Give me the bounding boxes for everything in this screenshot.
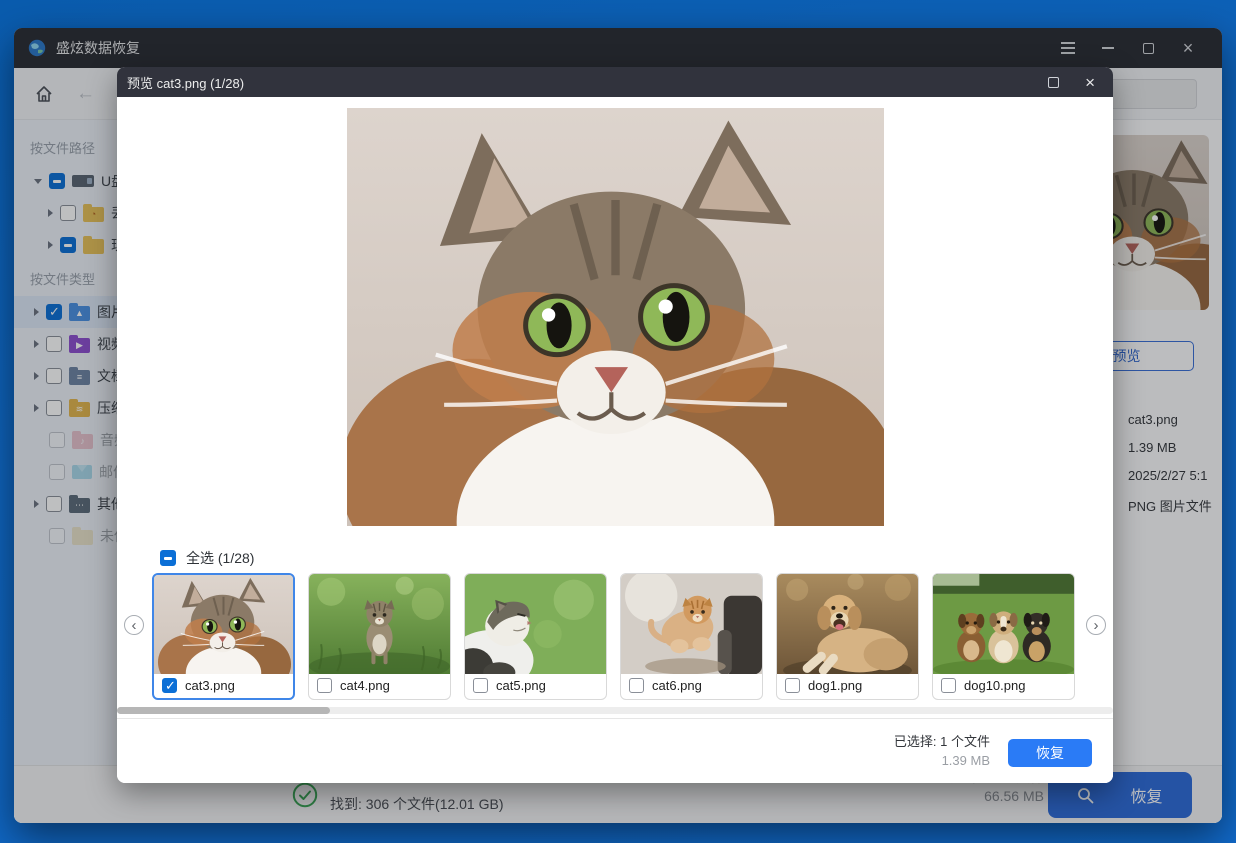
chevron-right-icon: › xyxy=(1094,618,1099,633)
thumbnail-image xyxy=(777,574,918,674)
select-all-row[interactable]: 全选 (1/28) xyxy=(160,548,254,568)
thumbnails-prev-button[interactable]: ‹ xyxy=(124,615,144,635)
thumbnail-filename: cat6.png xyxy=(652,678,702,693)
thumbnail-checkbox[interactable] xyxy=(162,678,177,693)
dialog-title: 预览 cat3.png (1/28) xyxy=(127,73,244,92)
app-window: 盛炫数据恢复 × ← → 按文件路径 U盘 ( ◔ 丢失 xyxy=(14,28,1222,823)
thumbnail-image xyxy=(465,574,606,674)
dialog-selected-size: 1.39 MB xyxy=(894,751,990,770)
thumbnail-checkbox[interactable] xyxy=(941,678,956,693)
chevron-left-icon: ‹ xyxy=(132,618,137,633)
preview-dialog: 预览 cat3.png (1/28) × 全选 (1/28) ‹ › cat3.… xyxy=(117,67,1113,783)
thumbnail-image xyxy=(154,575,293,674)
thumbnail-filename: dog1.png xyxy=(808,678,862,693)
dialog-maximize-button[interactable] xyxy=(1048,77,1059,88)
scrollbar-thumb[interactable] xyxy=(117,707,330,714)
thumbnail-strip: cat3.png cat4.png cat5.png xyxy=(152,573,1075,700)
dialog-recover-button[interactable]: 恢复 xyxy=(1008,739,1092,767)
thumbnail-image xyxy=(309,574,450,674)
dialog-titlebar: 预览 cat3.png (1/28) × xyxy=(117,67,1113,97)
select-all-checkbox[interactable] xyxy=(160,550,176,566)
thumbnail-image xyxy=(621,574,762,674)
thumbnail-image xyxy=(933,574,1074,674)
select-all-label: 全选 (1/28) xyxy=(186,548,254,568)
thumbnail-card[interactable]: cat5.png xyxy=(464,573,607,700)
thumbnail-card[interactable]: dog1.png xyxy=(776,573,919,700)
thumbnail-checkbox[interactable] xyxy=(473,678,488,693)
dialog-selection-summary: 已选择: 1 个文件 1.39 MB xyxy=(894,732,990,770)
thumbnail-card[interactable]: dog10.png xyxy=(932,573,1075,700)
thumbnail-card[interactable]: cat3.png xyxy=(152,573,295,700)
preview-image xyxy=(347,108,884,526)
thumbnail-filename: dog10.png xyxy=(964,678,1025,693)
thumbnail-card[interactable]: cat4.png xyxy=(308,573,451,700)
thumbnail-filename: cat5.png xyxy=(496,678,546,693)
thumbnails-next-button[interactable]: › xyxy=(1086,615,1106,635)
thumbnail-filename: cat4.png xyxy=(340,678,390,693)
thumbnail-checkbox[interactable] xyxy=(317,678,332,693)
thumbnail-filename: cat3.png xyxy=(185,678,235,693)
thumbnails-scrollbar[interactable] xyxy=(117,707,1113,714)
thumbnail-card[interactable]: cat6.png xyxy=(620,573,763,700)
thumbnail-checkbox[interactable] xyxy=(629,678,644,693)
dialog-footer: 已选择: 1 个文件 1.39 MB 恢复 xyxy=(117,718,1113,783)
dialog-close-button[interactable]: × xyxy=(1085,74,1095,91)
dialog-selected-count: 已选择: 1 个文件 xyxy=(894,732,990,751)
thumbnail-checkbox[interactable] xyxy=(785,678,800,693)
